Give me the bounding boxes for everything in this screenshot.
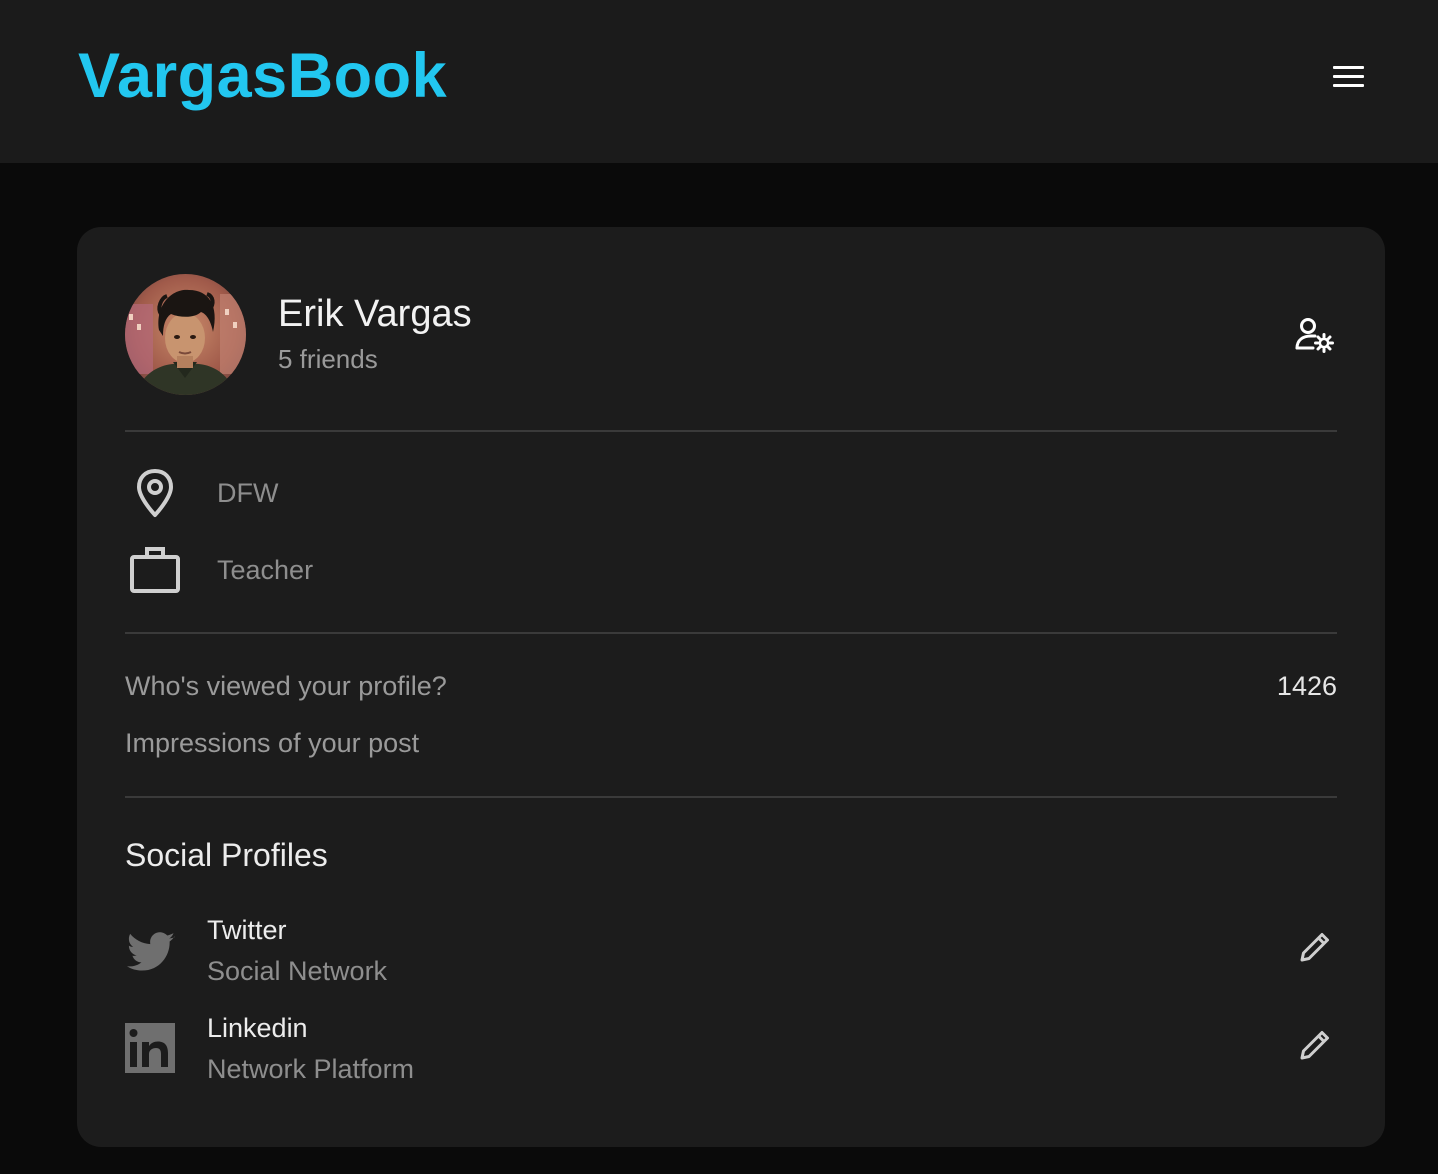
user-settings-icon (1295, 318, 1334, 353)
hamburger-menu-button[interactable] (1326, 58, 1372, 96)
profile-name: Erik Vargas (278, 293, 472, 335)
location-text: DFW (217, 478, 279, 508)
social-profile-linkedin: Linkedin Network Platform (125, 1011, 1337, 1091)
divider (125, 796, 1337, 798)
divider (125, 430, 1337, 432)
profile-views-label[interactable]: Who's viewed your profile? (125, 669, 447, 703)
brand-logo[interactable]: VargasBook (78, 38, 447, 114)
friends-count[interactable]: 5 friends (278, 343, 378, 375)
social-name-twitter[interactable]: Twitter (207, 913, 287, 947)
pencil-icon (1300, 933, 1329, 962)
twitter-icon[interactable] (125, 927, 177, 979)
avatar (125, 274, 246, 395)
post-impressions-label[interactable]: Impressions of your post (125, 726, 419, 760)
map-pin-icon (127, 465, 183, 521)
briefcase-icon (127, 541, 183, 597)
profile-card: Erik Vargas 5 friends DFW Teacher Who's … (77, 227, 1385, 1147)
divider (125, 632, 1337, 634)
edit-linkedin-button[interactable] (1295, 1025, 1335, 1065)
top-navbar: VargasBook (0, 0, 1438, 163)
social-subtitle-linkedin: Network Platform (207, 1054, 415, 1084)
social-name-linkedin[interactable]: Linkedin (207, 1011, 308, 1045)
social-profiles-heading: Social Profiles (125, 837, 328, 873)
pencil-icon (1300, 1031, 1329, 1060)
social-subtitle-twitter: Social Network (207, 956, 388, 986)
profile-views-count: 1426 (1276, 671, 1337, 701)
edit-twitter-button[interactable] (1295, 927, 1335, 967)
avatar-image (125, 274, 246, 395)
linkedin-icon[interactable] (125, 1023, 177, 1075)
occupation-text: Teacher (217, 555, 314, 585)
hamburger-menu-icon (1333, 66, 1364, 69)
user-settings-button[interactable] (1294, 315, 1338, 355)
social-profile-twitter: Twitter Social Network (125, 913, 1337, 993)
